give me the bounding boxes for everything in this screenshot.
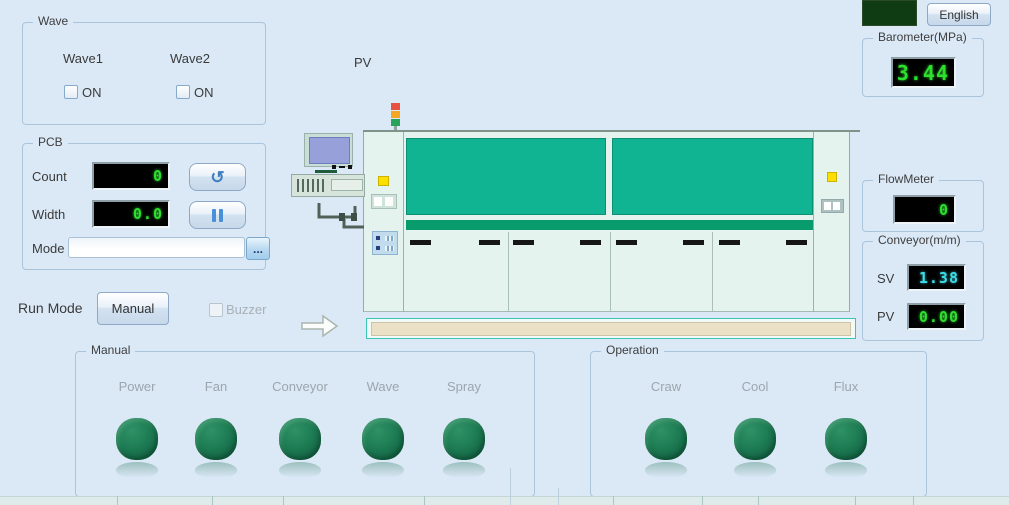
manual-conveyor-label: Conveyor <box>258 379 342 394</box>
cabinet-divider <box>508 232 509 311</box>
manual-spray-button[interactable] <box>443 418 485 460</box>
right-connector-box <box>821 199 844 213</box>
cabinet-handle <box>580 240 601 245</box>
cabinet-handle <box>683 240 704 245</box>
barometer-group-title: Barometer(MPa) <box>873 30 972 44</box>
cabinet-handle <box>410 240 431 245</box>
operation-craw-button[interactable] <box>645 418 687 460</box>
cabinet-handle <box>786 240 807 245</box>
sphere-reflection <box>116 462 158 478</box>
conveyor-pv-led-display: 0.00 <box>907 303 966 330</box>
flowmeter-led-display: 0 <box>893 195 956 224</box>
pcb-count-label: Count <box>32 169 67 184</box>
manual-power-button[interactable] <box>116 418 158 460</box>
pause-icon <box>212 209 223 222</box>
operation-craw-label: Craw <box>624 379 708 394</box>
manual-fan-label: Fan <box>174 379 258 394</box>
machine-right-divider <box>813 132 814 312</box>
wave2-on-label: ON <box>194 85 214 100</box>
manual-wave-button[interactable] <box>362 418 404 460</box>
sphere-reflection <box>443 462 485 478</box>
run-mode-button[interactable]: Manual <box>97 292 169 325</box>
sphere-reflection <box>734 462 776 478</box>
sphere-reflection <box>645 462 687 478</box>
manual-conveyor-button[interactable] <box>279 418 321 460</box>
bottom-panel-edge <box>0 496 1009 505</box>
right-indicator-lamp-icon <box>827 172 837 182</box>
operation-flux-label: Flux <box>804 379 888 394</box>
hmi-main-screen: English Barometer(MPa) 3.44 FlowMeter 0 … <box>0 0 1009 505</box>
sphere-reflection <box>825 462 867 478</box>
buzzer-checkbox[interactable] <box>209 303 223 317</box>
pcb-width-label: Width <box>32 207 65 222</box>
monitor-icon <box>304 133 353 167</box>
run-mode-label: Run Mode <box>18 300 83 316</box>
manual-group-title: Manual <box>86 343 135 357</box>
left-indicator-lamp-icon <box>378 176 389 186</box>
pcb-mode-label: Mode <box>32 241 65 256</box>
cabinet-divider <box>712 232 713 311</box>
operation-cool-button[interactable] <box>734 418 776 460</box>
desktop-unit-icon <box>291 174 365 197</box>
conveyor-sv-label: SV <box>877 271 894 286</box>
cabinet-handle <box>616 240 637 245</box>
conveyor-speed-group-title: Conveyor(m/m) <box>873 233 966 247</box>
wave1-on-checkbox[interactable] <box>64 85 78 99</box>
pcb-width-led-display: 0.0 <box>92 200 170 228</box>
mode-input[interactable] <box>68 237 245 258</box>
operation-cool-label: Cool <box>713 379 797 394</box>
flow-arrow-icon <box>302 316 337 336</box>
manual-wave-label: Wave <box>341 379 425 394</box>
machine-pv-label: PV <box>354 55 371 70</box>
wave1-on-label: ON <box>82 85 102 100</box>
count-reset-button[interactable]: ↺ <box>189 163 246 191</box>
cabinet-divider <box>610 232 611 311</box>
conveyor-pv-label: PV <box>877 309 894 324</box>
conveyor-belt-track <box>366 318 856 339</box>
cabinet-handle <box>719 240 740 245</box>
pcb-count-led-display: 0 <box>92 162 170 190</box>
manual-power-label: Power <box>95 379 179 394</box>
machine-green-strip <box>406 220 813 230</box>
machine-panel-left <box>406 138 606 215</box>
sphere-reflection <box>195 462 237 478</box>
wave-group: Wave <box>22 22 266 125</box>
machine-left-divider <box>403 132 404 312</box>
cables-and-arrow-graphic <box>288 195 403 345</box>
operation-flux-button[interactable] <box>825 418 867 460</box>
flowmeter-group-title: FlowMeter <box>873 172 939 186</box>
sphere-reflection <box>279 462 321 478</box>
monitor-stand-bar <box>315 170 337 173</box>
pcb-group-title: PCB <box>33 135 68 149</box>
mode-browse-button[interactable]: ... <box>246 237 270 260</box>
refresh-icon: ↺ <box>210 169 224 186</box>
wave-group-title: Wave <box>33 14 73 28</box>
buzzer-label: Buzzer <box>226 302 266 317</box>
status-display-box <box>862 0 917 26</box>
conveyor-sv-led-display: 1.38 <box>907 264 966 291</box>
cabinet-handle <box>513 240 534 245</box>
manual-spray-label: Spray <box>422 379 506 394</box>
manual-fan-button[interactable] <box>195 418 237 460</box>
sphere-reflection <box>362 462 404 478</box>
operation-group-title: Operation <box>601 343 664 357</box>
wave1-label: Wave1 <box>48 51 118 66</box>
wave2-label: Wave2 <box>155 51 225 66</box>
width-hold-button[interactable] <box>189 201 246 229</box>
wave2-on-checkbox[interactable] <box>176 85 190 99</box>
language-button[interactable]: English <box>927 3 991 26</box>
barometer-led-display: 3.44 <box>891 57 956 88</box>
machine-panel-right <box>612 138 813 215</box>
tower-lamp-icon <box>391 103 400 132</box>
cabinet-handle <box>479 240 500 245</box>
